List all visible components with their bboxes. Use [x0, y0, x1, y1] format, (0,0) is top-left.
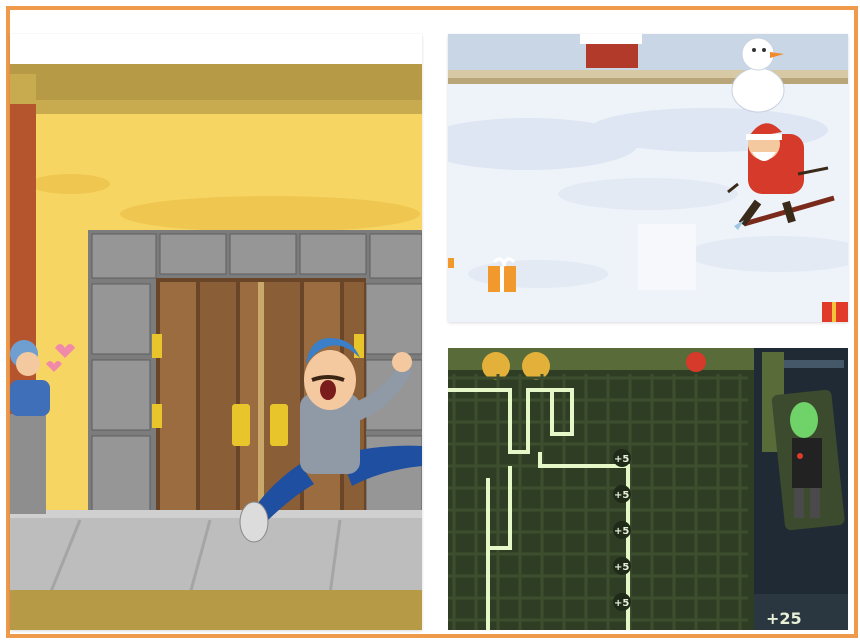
bonus-label: +5 — [614, 454, 629, 465]
santa-ski-scene — [448, 34, 848, 322]
bonus-label: +5 — [614, 598, 629, 609]
gift-icon — [822, 302, 848, 322]
street-door-game-thumbnail[interactable] — [10, 34, 422, 630]
street-door-scene — [10, 34, 422, 630]
bonus-label: +5 — [614, 562, 629, 573]
pipe-maze-scene: +5 +5 +5 +5 +5 +25 — [448, 348, 848, 630]
lock-icon — [270, 404, 288, 446]
score-label: +25 — [766, 609, 802, 628]
gauge-icon — [482, 352, 510, 380]
gauge-icon — [522, 352, 550, 380]
pipe-maze-game-thumbnail[interactable]: +5 +5 +5 +5 +5 +25 — [448, 348, 848, 630]
lock-icon — [232, 404, 250, 446]
alarm-light-icon — [686, 352, 706, 372]
bonus-label: +5 — [614, 526, 629, 537]
santa-ski-game-thumbnail[interactable] — [448, 34, 848, 322]
bonus-label: +5 — [614, 490, 629, 501]
